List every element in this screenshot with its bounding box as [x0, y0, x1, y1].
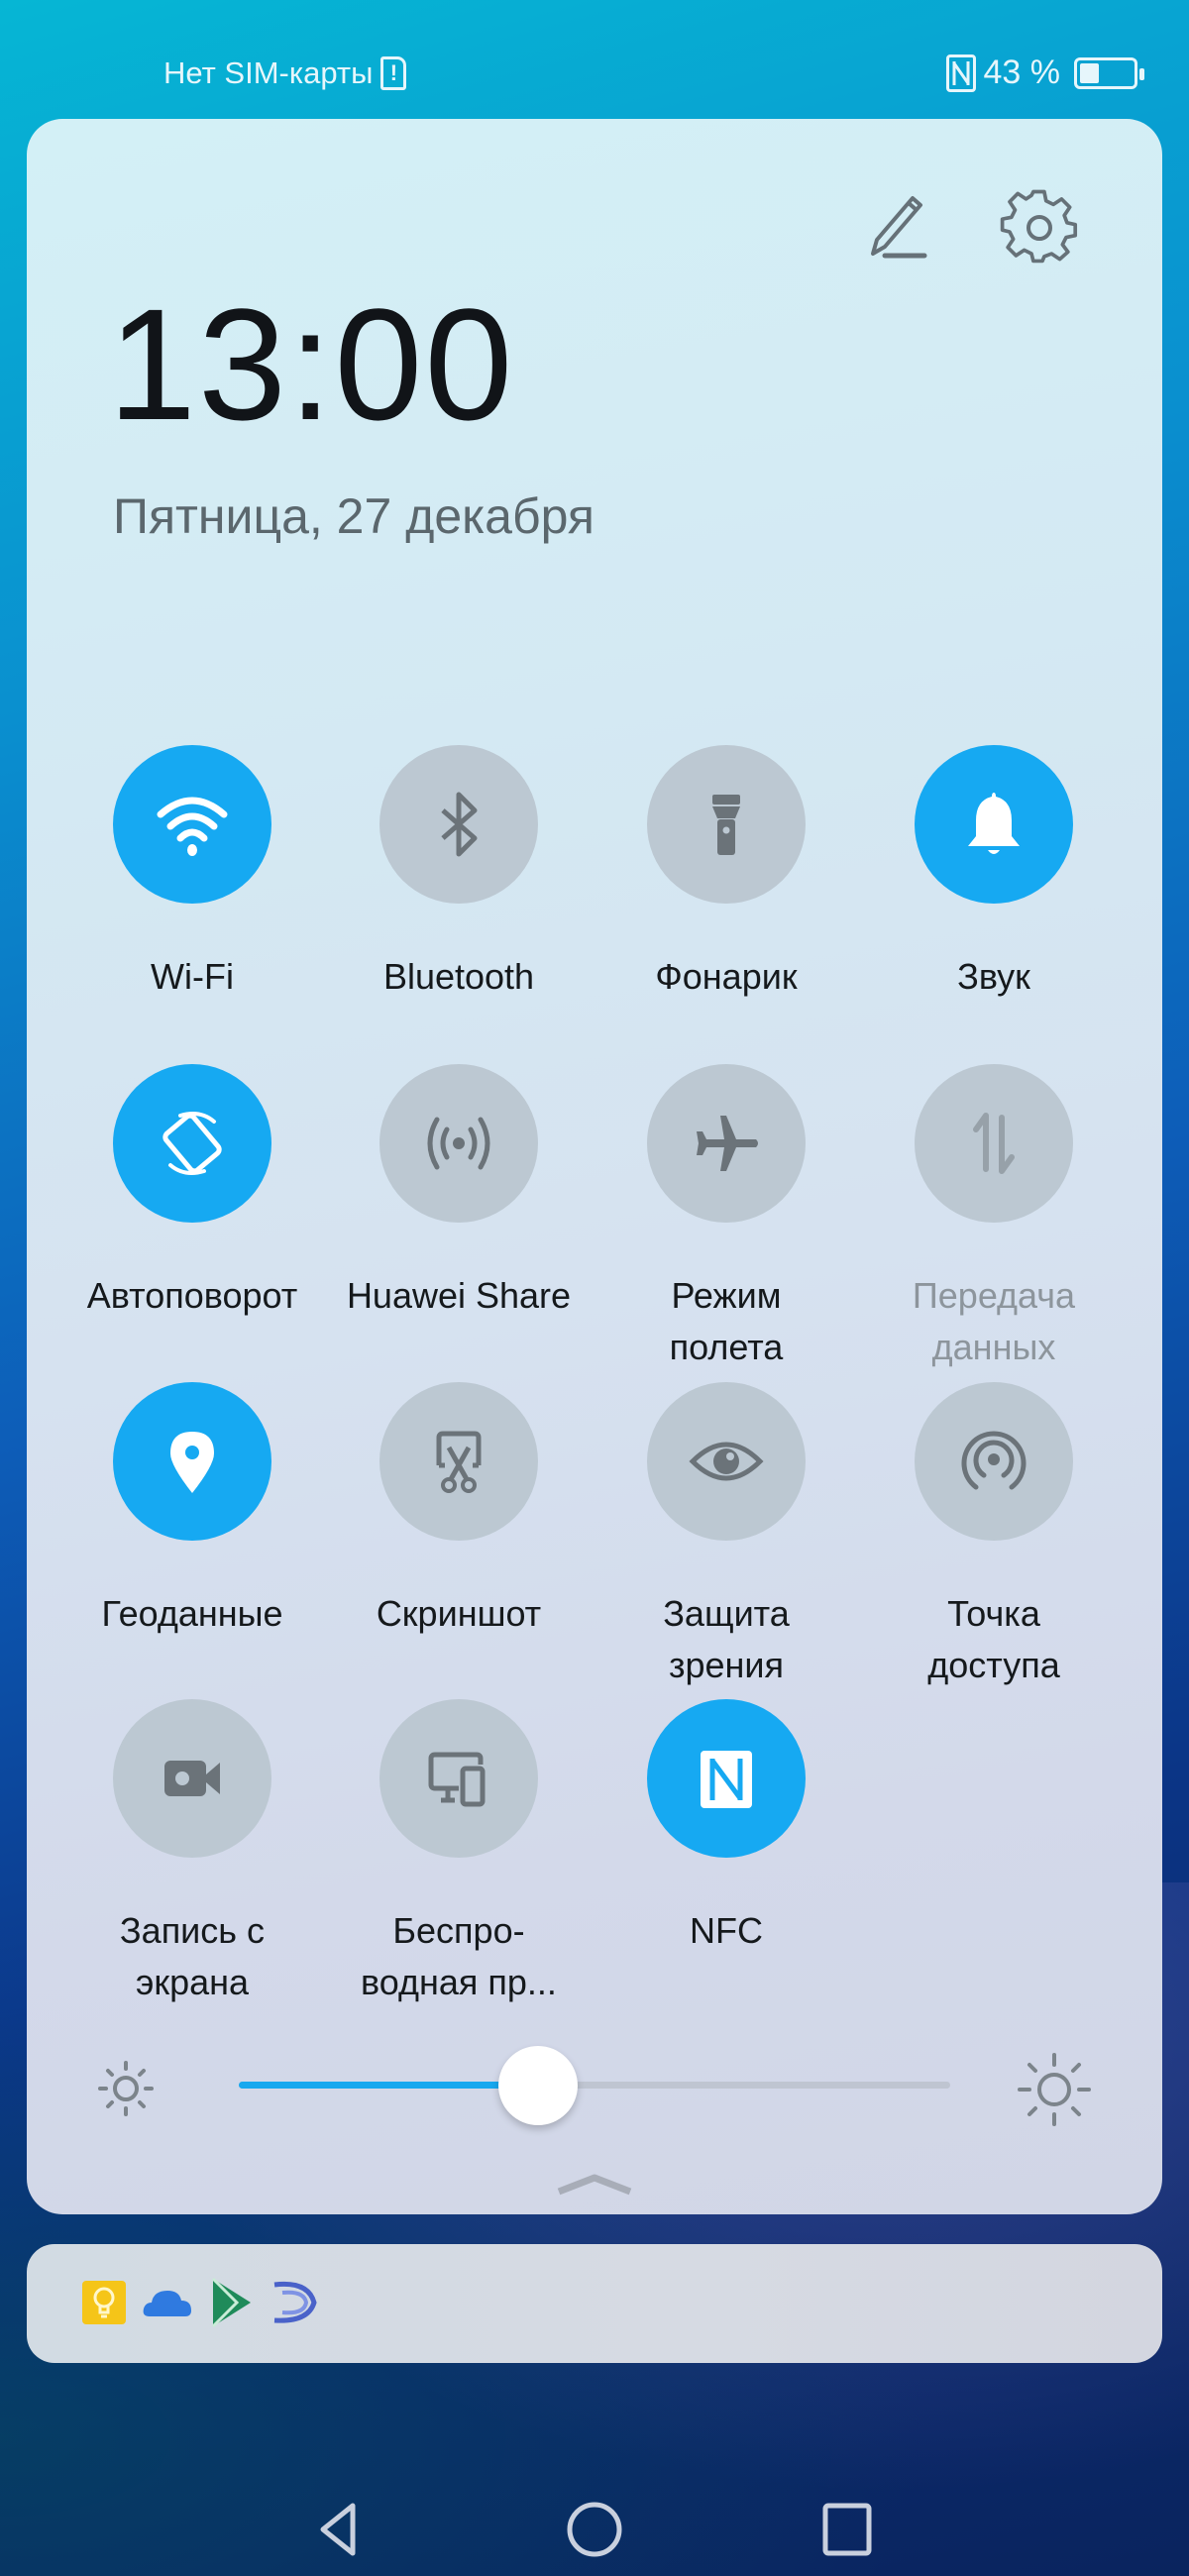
hotspot-icon: [961, 1431, 1027, 1490]
toggle-circle[interactable]: [647, 1064, 806, 1223]
toggle-circle[interactable]: [113, 1699, 271, 1858]
battery-percent: 43 %: [983, 54, 1061, 91]
gear-icon: [1000, 189, 1078, 264]
toggle-flashlight[interactable]: Фонарик: [593, 745, 860, 1003]
toggle-sound[interactable]: Звук: [860, 745, 1128, 1003]
bell-icon: [968, 793, 1020, 854]
airplane-icon: [697, 1116, 758, 1171]
sim-alert-glyph: !: [389, 60, 398, 85]
navigation-bar: [0, 2477, 1189, 2576]
toggle-mobile-data[interactable]: Передача данных: [860, 1064, 1128, 1373]
toggle-circle[interactable]: [915, 1382, 1073, 1541]
toggle-label: Запись с экрана: [119, 1910, 266, 2002]
carrier-text: Нет SIM-карты: [163, 55, 374, 90]
brightness-thumb[interactable]: [497, 2046, 578, 2125]
play-store-icon: [205, 2277, 257, 2328]
toggle-bluetooth[interactable]: Bluetooth: [325, 745, 593, 1003]
toggle-hotspot[interactable]: Точка доступа: [860, 1382, 1128, 1691]
brightness-fill: [239, 2082, 538, 2089]
auto-rotate-icon: [162, 1112, 222, 1175]
toggle-circle[interactable]: [379, 1699, 538, 1858]
toggle-circle[interactable]: [915, 745, 1073, 904]
toggle-wireless-projection[interactable]: Беспро- водная пр...: [325, 1699, 593, 2008]
toggle-label: Фонарик: [655, 956, 798, 997]
toggle-circle[interactable]: [113, 1382, 271, 1541]
eye-comfort-icon: [689, 1442, 764, 1481]
wifi-icon: [157, 797, 228, 856]
toggle-label: Точка доступа: [927, 1593, 1060, 1685]
wireless-projection-icon: [428, 1752, 486, 1807]
huawei-share-icon: [427, 1117, 490, 1170]
status-right: 43 %: [945, 54, 1144, 92]
edit-button[interactable]: [859, 188, 938, 268]
toggle-label: Беспро- водная пр...: [361, 1910, 557, 2002]
home-button[interactable]: [560, 2495, 629, 2564]
status-left: Нет SIM-карты !: [163, 55, 407, 91]
toggle-wifi[interactable]: Wi-Fi: [58, 745, 326, 1003]
back-button[interactable]: [304, 2495, 374, 2564]
notification-card[interactable]: [27, 2244, 1162, 2363]
onedrive-cloud-icon: [142, 2277, 193, 2328]
toggle-circle[interactable]: [647, 1382, 806, 1541]
brightness-high-icon: [1018, 2053, 1091, 2126]
recents-button[interactable]: [812, 2495, 882, 2564]
toggle-circle[interactable]: [113, 745, 271, 904]
screen-record-icon: [164, 1761, 220, 1796]
location-icon: [170, 1432, 214, 1493]
toggle-location[interactable]: Геоданные: [58, 1382, 326, 1640]
flashlight-icon: [712, 795, 740, 855]
swiftkey-icon: [269, 2277, 320, 2328]
toggle-circle[interactable]: [379, 1382, 538, 1541]
toggle-huawei-share[interactable]: Huawei Share: [325, 1064, 593, 1322]
home-icon: [567, 2502, 622, 2557]
toggle-eye-comfort[interactable]: Защита зрения: [593, 1382, 860, 1691]
brightness-slider[interactable]: [239, 2046, 950, 2125]
toggle-screenshot[interactable]: Скриншот: [325, 1382, 593, 1640]
status-bar: Нет SIM-карты ! 43 %: [0, 50, 1189, 99]
quick-settings-panel: 13:00 Пятница, 27 декабря Wi-Fi Bluetoot…: [27, 119, 1162, 2214]
toggle-label: Звук: [957, 956, 1030, 997]
toggle-circle[interactable]: [915, 1064, 1073, 1223]
back-icon: [320, 2503, 356, 2556]
clock-time[interactable]: 13:00: [108, 285, 514, 444]
toggle-circle[interactable]: [379, 745, 538, 904]
clock-date[interactable]: Пятница, 27 декабря: [113, 487, 594, 545]
recents-icon: [822, 2503, 872, 2556]
pencil-icon: [871, 196, 927, 259]
google-keep-icon: [78, 2277, 130, 2328]
toggle-airplane-mode[interactable]: Режим полета: [593, 1064, 860, 1373]
bluetooth-icon: [441, 792, 478, 857]
toggle-label: Передача данных: [912, 1275, 1076, 1367]
nfc-status-icon: [945, 54, 976, 92]
notification-app-icons: [78, 2277, 320, 2328]
toggle-circle[interactable]: [113, 1064, 271, 1223]
battery-fill: [1080, 62, 1099, 83]
mobile-data-icon: [973, 1113, 1015, 1174]
sim-alert-icon: !: [380, 56, 407, 90]
screenshot-icon: [436, 1431, 482, 1493]
settings-button[interactable]: [998, 186, 1081, 269]
toggle-circle[interactable]: [647, 1699, 806, 1858]
brightness-slider-row: [27, 2041, 1162, 2130]
toggle-label: Скриншот: [376, 1593, 542, 1634]
chevron-up-icon[interactable]: [555, 2172, 634, 2198]
toggle-label: Автоповорот: [86, 1275, 298, 1316]
toggle-label: Режим полета: [669, 1275, 784, 1367]
toggle-circle[interactable]: [379, 1064, 538, 1223]
toggle-label: NFC: [690, 1910, 763, 1951]
nfc-icon: [701, 1751, 752, 1808]
toggle-circle[interactable]: [647, 745, 806, 904]
toggle-label: Huawei Share: [346, 1275, 572, 1316]
toggle-label: Bluetooth: [382, 956, 535, 997]
toggle-auto-rotate[interactable]: Автоповорот: [58, 1064, 326, 1322]
battery-icon: [1074, 56, 1144, 89]
toggle-label: Wi-Fi: [151, 956, 234, 997]
toggle-nfc[interactable]: NFC: [593, 1699, 860, 1957]
toggle-label: Защита зрения: [663, 1593, 790, 1685]
brightness-low-icon: [98, 2061, 154, 2116]
toggle-screen-record[interactable]: Запись с экрана: [58, 1699, 326, 2008]
toggle-label: Геоданные: [101, 1593, 283, 1634]
